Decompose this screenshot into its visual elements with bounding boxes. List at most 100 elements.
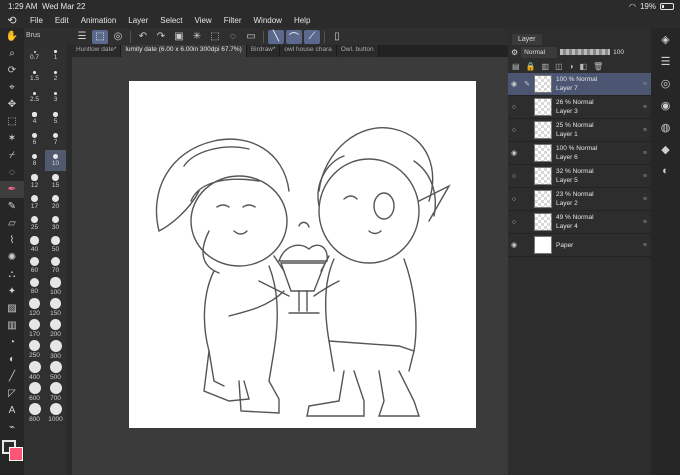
brush-size-option[interactable]: 12: [24, 171, 45, 192]
drawing-canvas[interactable]: [129, 81, 476, 428]
brush-size-option[interactable]: 100: [45, 276, 66, 297]
rotate-icon[interactable]: ✳: [189, 30, 205, 44]
tab-lumity[interactable]: lumity date (6.00 x 6.00in 300dpi 67.7%): [121, 45, 247, 57]
brush-size-option[interactable]: 7: [45, 129, 66, 150]
brush-size-option[interactable]: 300: [45, 339, 66, 360]
tab-owl-house[interactable]: owl house chara: [280, 45, 337, 57]
tab-birdraw[interactable]: Birdraw*: [246, 45, 281, 57]
visibility-toggle-icon[interactable]: ○: [508, 173, 520, 180]
menu-file[interactable]: File: [24, 16, 49, 25]
move-tool-icon[interactable]: ✥: [0, 96, 24, 113]
decoration-tool-icon[interactable]: ✺: [0, 249, 24, 266]
drag-handle-icon[interactable]: ≡: [643, 127, 647, 134]
layer-row[interactable]: ○ 23 % Normal Layer 2 ≡: [508, 188, 651, 211]
zoom-tool-icon[interactable]: ⌕: [0, 45, 24, 62]
brush-size-option[interactable]: 17: [24, 192, 45, 213]
drag-handle-icon[interactable]: ≡: [643, 242, 647, 249]
undo-icon[interactable]: ↶: [135, 30, 151, 44]
reference-icon[interactable]: ◫: [555, 62, 563, 71]
brush-size-option[interactable]: 80: [24, 276, 45, 297]
select-tool-icon[interactable]: ⬚: [92, 29, 108, 44]
menu-edit[interactable]: Edit: [49, 16, 75, 25]
brush-size-option[interactable]: 10: [45, 150, 66, 171]
brush-size-option[interactable]: 20: [45, 192, 66, 213]
brush-size-option[interactable]: 200: [45, 318, 66, 339]
snapshot-icon[interactable]: ◎: [110, 30, 126, 44]
visibility-toggle-icon[interactable]: ○: [508, 196, 520, 203]
brush-size-option[interactable]: 50: [45, 234, 66, 255]
pen-tool-icon[interactable]: ✒: [0, 181, 24, 198]
brush-size-option[interactable]: 4: [24, 108, 45, 129]
opacity-value[interactable]: 100: [613, 49, 624, 56]
eyedropper-icon[interactable]: ⌿: [0, 147, 24, 164]
ruler-icon[interactable]: ▭: [243, 30, 259, 44]
brush-size-option[interactable]: 800: [24, 402, 45, 423]
balloon-tool-icon[interactable]: ◸: [0, 385, 24, 402]
menu-layer[interactable]: Layer: [122, 16, 154, 25]
brush-size-option[interactable]: 1: [45, 45, 66, 66]
navigator-icon[interactable]: ◎: [651, 72, 680, 94]
menu-help[interactable]: Help: [288, 16, 316, 25]
brush-size-option[interactable]: 1000: [45, 402, 66, 423]
transform-icon[interactable]: ⬚: [207, 30, 223, 44]
brush-size-option[interactable]: 170: [24, 318, 45, 339]
eraser-tool-icon[interactable]: ▱: [0, 215, 24, 232]
brush-size-option[interactable]: 70: [45, 255, 66, 276]
layer-settings-icon[interactable]: ⚙: [511, 48, 518, 57]
menu-filter[interactable]: Filter: [218, 16, 248, 25]
material-icon[interactable]: ◆: [651, 138, 680, 160]
brush-size-option[interactable]: 25: [24, 213, 45, 234]
phone-icon[interactable]: ▯: [329, 30, 345, 44]
menu-window[interactable]: Window: [248, 16, 288, 25]
airbrush-icon[interactable]: ⛬: [0, 266, 24, 283]
brush-size-option[interactable]: 2: [45, 66, 66, 87]
color-layer-icon[interactable]: ◧: [580, 62, 588, 71]
rotate-view-icon[interactable]: ⟳: [0, 62, 24, 79]
brush-size-option[interactable]: 0.7: [24, 45, 45, 66]
lasso-icon[interactable]: ◌: [225, 30, 241, 44]
visibility-toggle-icon[interactable]: ◉: [508, 241, 520, 249]
brush-size-option[interactable]: 120: [24, 297, 45, 318]
edit-target-icon[interactable]: ✎: [520, 80, 534, 88]
tab-layer[interactable]: Layer: [512, 34, 542, 45]
drag-handle-icon[interactable]: ≡: [643, 150, 647, 157]
blend-mode-select[interactable]: Normal: [521, 46, 558, 58]
ruler-tool-icon[interactable]: ╱: [0, 368, 24, 385]
text-tool-icon[interactable]: A: [0, 402, 24, 419]
fill-icon[interactable]: ▣: [171, 30, 187, 44]
clip-icon[interactable]: ▥: [542, 62, 550, 71]
canvas-area[interactable]: [72, 57, 508, 475]
menu-animation[interactable]: Animation: [75, 16, 123, 25]
brush-size-option[interactable]: 1.5: [24, 66, 45, 87]
correct-line-icon[interactable]: ⌁: [0, 419, 24, 436]
frame-tool-icon[interactable]: ◐: [0, 351, 24, 368]
brush-size-option[interactable]: 500: [45, 360, 66, 381]
visibility-toggle-icon[interactable]: ◉: [508, 80, 520, 88]
drag-handle-icon[interactable]: ≡: [643, 196, 647, 203]
pen-ruler-icon[interactable]: ╲: [268, 29, 284, 44]
visibility-toggle-icon[interactable]: ○: [508, 104, 520, 111]
tab-owl-button[interactable]: Owl. button: [336, 45, 379, 57]
mask-icon[interactable]: ◑: [569, 62, 574, 71]
brush-size-option[interactable]: 60: [24, 255, 45, 276]
menu-select[interactable]: Select: [154, 16, 188, 25]
layer-row[interactable]: ◉ Paper ≡: [508, 234, 651, 257]
gradient-tool-icon[interactable]: ▥: [0, 317, 24, 334]
brush-size-option[interactable]: 30: [45, 213, 66, 234]
hand-tool-icon[interactable]: ✋: [0, 28, 24, 45]
opacity-slider[interactable]: [560, 49, 611, 55]
sub-color-swatch[interactable]: [9, 447, 23, 461]
tab-huntlow[interactable]: Huntlow date*: [72, 45, 122, 57]
curve-ruler-icon[interactable]: ⌒: [286, 29, 302, 44]
visibility-toggle-icon[interactable]: ○: [508, 127, 520, 134]
brush-size-option[interactable]: 600: [24, 381, 45, 402]
blend-tool-icon[interactable]: ✦: [0, 283, 24, 300]
auto-action-icon[interactable]: ◐: [651, 160, 680, 182]
color-wheel-icon[interactable]: ◉: [651, 94, 680, 116]
brush-size-option[interactable]: 15: [45, 171, 66, 192]
selection-tool-icon[interactable]: ⬚: [0, 113, 24, 130]
drag-handle-icon[interactable]: ≡: [643, 173, 647, 180]
brush-size-option[interactable]: 6: [24, 129, 45, 150]
brush-size-option[interactable]: 250: [24, 339, 45, 360]
layer-row[interactable]: ○ 49 % Normal Layer 4 ≡: [508, 211, 651, 234]
